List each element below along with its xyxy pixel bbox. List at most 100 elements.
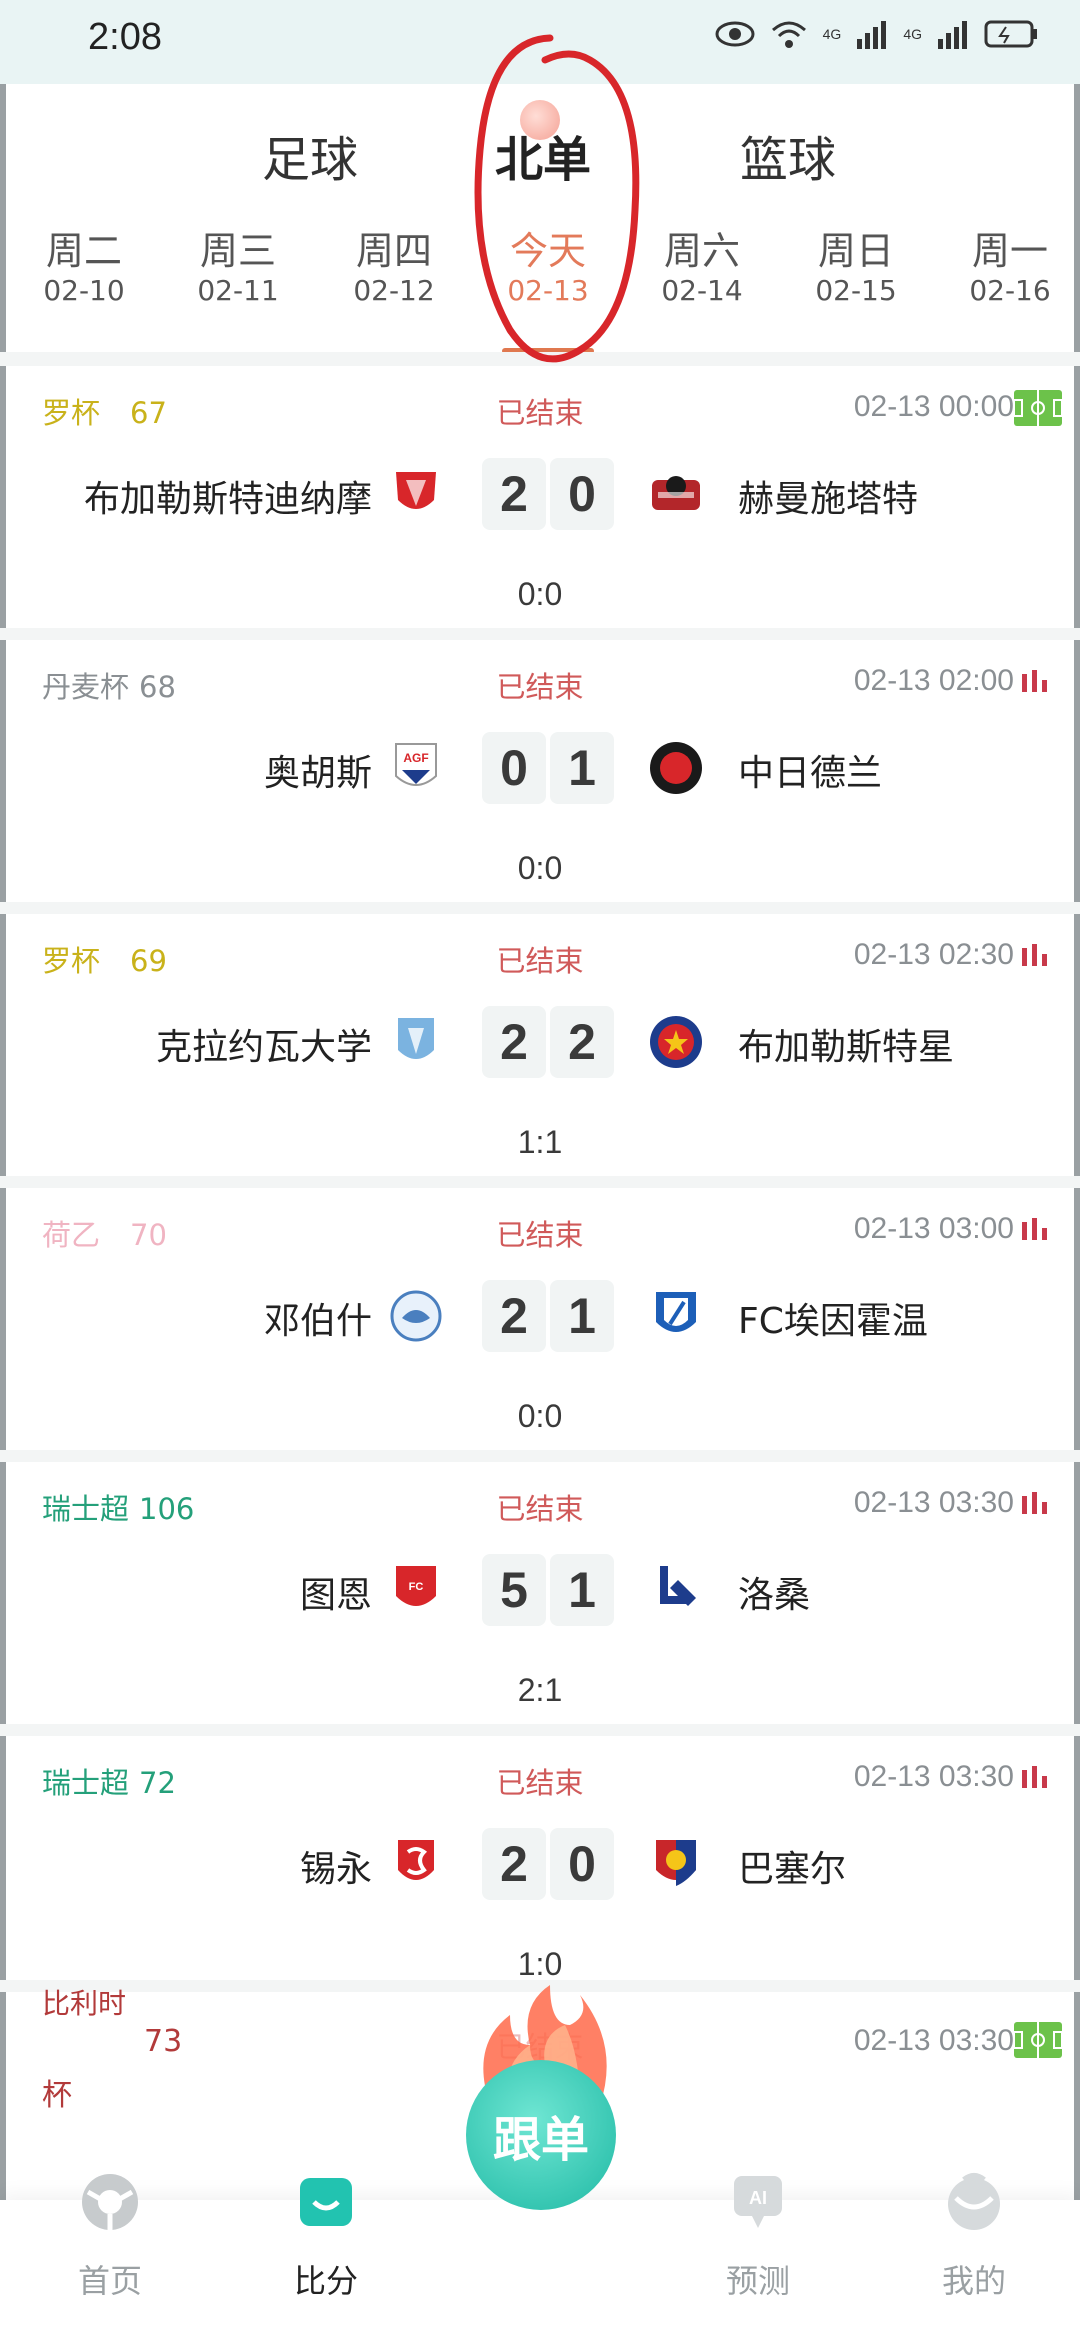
date-item[interactable]: 周四 02-12 bbox=[324, 228, 464, 308]
battery-icon bbox=[984, 20, 1037, 48]
home-team: 锡永 bbox=[299, 1849, 372, 1890]
away-score: 1 bbox=[550, 1280, 614, 1352]
stats-icon[interactable] bbox=[1020, 942, 1050, 968]
score-icon bbox=[300, 2178, 352, 2226]
home-team: 图恩 bbox=[299, 1575, 372, 1616]
divider bbox=[0, 1724, 1080, 1736]
svg-text:AGF: AGF bbox=[403, 751, 428, 765]
date-item[interactable]: 周一 02-16 bbox=[940, 228, 1080, 308]
date-day: 02-10 bbox=[43, 274, 125, 307]
team-logo-icon bbox=[650, 742, 702, 794]
away-team: 洛桑 bbox=[738, 1575, 811, 1616]
tab-basketball[interactable]: 篮球 bbox=[740, 120, 836, 190]
match-time: 02-13 03:30 bbox=[853, 1486, 1014, 1519]
date-weekday: 周三 bbox=[199, 229, 276, 273]
home-team: 奥胡斯 bbox=[263, 753, 372, 794]
ai-chat-icon: AI bbox=[734, 2176, 782, 2228]
away-score: 2 bbox=[550, 1006, 614, 1078]
away-score: 1 bbox=[550, 1554, 614, 1626]
signal-icon bbox=[857, 21, 887, 49]
divider bbox=[0, 1450, 1080, 1462]
home-score: 2 bbox=[482, 1828, 546, 1900]
follow-order-button[interactable]: 跟单 bbox=[466, 2060, 616, 2210]
nav-mine[interactable]: 我的 bbox=[904, 2170, 1044, 2302]
team-logo-icon bbox=[398, 1840, 434, 1880]
status-time: 2:08 bbox=[88, 16, 162, 58]
halftime-score: 0:0 bbox=[517, 576, 563, 612]
match-card[interactable]: 瑞士超 72 已结束 02-13 03:30 锡永 2 0 巴塞尔 1:0 bbox=[12, 1736, 1068, 1998]
svg-text:FC: FC bbox=[409, 1581, 424, 1593]
pitch-icon[interactable] bbox=[1012, 388, 1064, 428]
match-time: 02-13 02:00 bbox=[853, 664, 1014, 697]
team-logo-icon bbox=[656, 1292, 696, 1332]
nav-score-label: 比分 bbox=[293, 2262, 358, 2300]
team-logo-icon bbox=[650, 1016, 702, 1068]
profile-icon bbox=[948, 2173, 1000, 2230]
nav-home[interactable]: 首页 bbox=[40, 2170, 180, 2302]
league-name: 比利时 bbox=[42, 1987, 127, 2020]
stats-icon[interactable] bbox=[1020, 668, 1050, 694]
home-score: 0 bbox=[482, 732, 546, 804]
nav-mine-label: 我的 bbox=[941, 2262, 1006, 2300]
team-logo-icon bbox=[660, 1566, 696, 1606]
away-team: 布加勒斯特星 bbox=[738, 1027, 955, 1068]
team-logo-icon bbox=[398, 1018, 434, 1059]
match-time: 02-13 03:30 bbox=[853, 1760, 1014, 1793]
pitch-icon[interactable] bbox=[1012, 2020, 1064, 2060]
match-card[interactable]: 罗杯 67 已结束 02-13 00:00 布加勒斯特迪纳摩 2 0 赫曼施塔特 … bbox=[12, 366, 1068, 628]
home-score: 2 bbox=[482, 1006, 546, 1078]
date-item[interactable]: 周日 02-15 bbox=[786, 228, 926, 308]
team-logo-icon: FC bbox=[396, 1566, 436, 1606]
date-day: 02-11 bbox=[197, 274, 279, 307]
halftime-score: 1:1 bbox=[517, 1124, 563, 1160]
home-score: 2 bbox=[482, 458, 546, 530]
away-score: 0 bbox=[550, 458, 614, 530]
team-logo-icon bbox=[652, 476, 700, 510]
annotation-circle bbox=[474, 34, 640, 363]
stats-icon[interactable] bbox=[1020, 1490, 1050, 1516]
match-card[interactable]: 罗杯 69 已结束 02-13 02:30 克拉约瓦大学 2 2 布加勒斯特星 1… bbox=[12, 914, 1068, 1176]
home-team: 布加勒斯特迪纳摩 bbox=[83, 479, 372, 520]
match-time: 02-13 03:30 bbox=[853, 2024, 1014, 2057]
match-time: 02-13 02:30 bbox=[853, 938, 1014, 971]
nav-score[interactable]: 比分 bbox=[256, 2170, 396, 2302]
date-weekday: 周一 bbox=[971, 229, 1048, 273]
divider bbox=[0, 902, 1080, 914]
halftime-score: 0:0 bbox=[517, 850, 563, 886]
date-day: 02-12 bbox=[353, 274, 435, 307]
team-logo-icon: AGF bbox=[395, 743, 437, 786]
match-card[interactable]: 丹麦杯 68 已结束 02-13 02:00 奥胡斯 AGF 0 1 中日德兰 0… bbox=[12, 640, 1068, 902]
frame-border-left bbox=[0, 84, 6, 2204]
network-label-2: 4G bbox=[903, 26, 922, 42]
date-item[interactable]: 周三 02-11 bbox=[168, 228, 308, 308]
home-icon bbox=[82, 2174, 138, 2230]
divider bbox=[0, 628, 1080, 640]
date-day: 02-15 bbox=[815, 274, 897, 307]
stats-icon[interactable] bbox=[1020, 1764, 1050, 1790]
team-logo-icon bbox=[656, 1840, 696, 1886]
signal-icon-2 bbox=[938, 21, 967, 49]
match-time: 02-13 03:00 bbox=[853, 1212, 1014, 1245]
away-team: FC埃因霍温 bbox=[738, 1301, 928, 1342]
match-card[interactable]: 荷乙 70 已结束 02-13 03:00 邓伯什 2 1 FC埃因霍温 0:0 bbox=[12, 1188, 1068, 1450]
match-card[interactable]: 瑞士超 106 已结束 02-13 03:30 图恩 FC 5 1 洛桑 2:1 bbox=[12, 1462, 1068, 1724]
nav-home-label: 首页 bbox=[77, 2262, 142, 2300]
nav-predict[interactable]: AI 预测 bbox=[688, 2170, 828, 2302]
ai-badge: AI bbox=[749, 2188, 767, 2208]
date-item[interactable]: 周二 02-10 bbox=[14, 228, 154, 308]
follow-order-label: 跟单 bbox=[492, 2112, 589, 2168]
date-weekday: 周日 bbox=[817, 229, 894, 273]
away-score: 0 bbox=[550, 1828, 614, 1900]
stats-icon[interactable] bbox=[1020, 1216, 1050, 1242]
halftime-score: 1:0 bbox=[517, 1946, 563, 1982]
nav-predict-label: 预测 bbox=[725, 2262, 790, 2300]
divider bbox=[0, 1176, 1080, 1188]
away-team: 中日德兰 bbox=[738, 753, 883, 794]
halftime-score: 0:0 bbox=[517, 1398, 563, 1434]
halftime-score: 2:1 bbox=[517, 1672, 563, 1708]
home-score: 5 bbox=[482, 1554, 546, 1626]
away-score: 1 bbox=[550, 732, 614, 804]
home-team: 克拉约瓦大学 bbox=[155, 1027, 372, 1068]
team-logo-icon bbox=[390, 1290, 442, 1342]
tab-football[interactable]: 足球 bbox=[262, 120, 358, 190]
